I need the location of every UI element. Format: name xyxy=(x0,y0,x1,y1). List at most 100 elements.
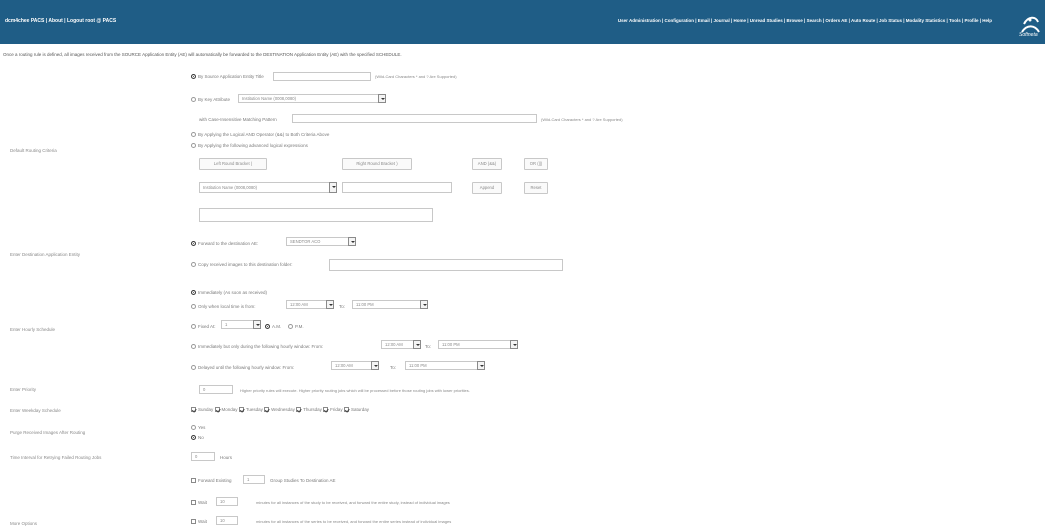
chevron-down-icon[interactable] xyxy=(326,300,334,309)
append-button[interactable]: Append xyxy=(472,182,502,194)
forward-existing-option[interactable]: Forward Existing xyxy=(191,478,232,484)
purge-no-option[interactable]: No xyxy=(191,435,204,441)
copy-folder-option[interactable]: Copy received images to this destination… xyxy=(191,262,293,268)
destination-folder-input[interactable] xyxy=(329,259,563,271)
day-tuesday[interactable]: Tuesday xyxy=(238,407,263,413)
chevron-down-icon[interactable] xyxy=(413,340,421,349)
left-bracket-button[interactable]: Left Round Bracket ( xyxy=(199,158,267,170)
retry-label: Time Interval for Retrying Failed Routin… xyxy=(10,455,102,460)
routing-criteria-label: Default Routing Criteria xyxy=(10,148,57,153)
retry-hours-input[interactable]: 0 xyxy=(191,452,215,461)
brand-links[interactable]: dcm4chee PACS | About | Logout root @ PA… xyxy=(5,18,116,24)
only-when-from-select[interactable]: 12:00 AM xyxy=(286,300,334,309)
priority-label: Enter Priority xyxy=(10,387,37,392)
only-when-to-select[interactable]: 11:00 PM xyxy=(352,300,428,309)
checkbox-icon[interactable] xyxy=(214,407,220,413)
or-button[interactable]: OR (||) xyxy=(524,158,548,170)
wait-study-input[interactable]: 10 xyxy=(216,497,238,506)
am-option[interactable]: A.M. xyxy=(265,324,281,330)
destination-label: Enter Destination Application Entity xyxy=(10,252,81,257)
fixed-at-radio[interactable] xyxy=(191,324,196,330)
checkbox-icon[interactable] xyxy=(296,407,302,413)
checkbox-icon[interactable] xyxy=(238,407,244,413)
checkbox-icon[interactable] xyxy=(323,407,329,413)
chevron-down-icon[interactable] xyxy=(371,361,379,370)
wait-series-hint: minutes for all instances of the series … xyxy=(256,519,452,524)
checkbox-icon[interactable] xyxy=(343,407,349,413)
priority-hint: Higher priority rules will execute. High… xyxy=(240,388,470,393)
source-ae-input[interactable] xyxy=(273,72,371,81)
top-navigation-bar: dcm4chee PACS | About | Logout root @ PA… xyxy=(0,0,1045,44)
delayed-radio[interactable] xyxy=(191,365,196,371)
checkbox-icon[interactable] xyxy=(191,407,196,413)
forward-radio[interactable] xyxy=(191,241,196,247)
delayed-from-select[interactable]: 12:00 AM xyxy=(331,361,379,370)
day-sunday[interactable]: Sunday xyxy=(191,407,213,413)
fixed-hour-select[interactable]: 1 xyxy=(221,320,261,329)
more-options-label: More Options xyxy=(10,521,38,526)
chevron-down-icon[interactable] xyxy=(348,237,356,246)
wait-study-option[interactable]: Wait xyxy=(191,500,207,506)
fixed-at-option[interactable]: Fixed At: xyxy=(191,324,216,330)
only-when-to-label: To: xyxy=(339,304,346,309)
right-bracket-button[interactable]: Right Round Bracket ) xyxy=(342,158,412,170)
expression-attribute-select[interactable]: Institution Name (0008,0080) xyxy=(199,182,337,193)
purge-yes-radio[interactable] xyxy=(191,425,196,431)
pm-option[interactable]: P.M. xyxy=(288,324,304,330)
key-attribute-select[interactable]: Institution Name (0008,0080) xyxy=(238,94,386,103)
chevron-down-icon[interactable] xyxy=(329,182,337,193)
expression-option[interactable]: By Applying the following advanced logic… xyxy=(191,143,308,149)
only-when-radio[interactable] xyxy=(191,304,196,310)
chevron-down-icon[interactable] xyxy=(510,340,518,349)
immediately-radio[interactable] xyxy=(191,290,196,296)
window-radio[interactable] xyxy=(191,344,196,350)
window-from-select[interactable]: 12:00 AM xyxy=(381,340,421,349)
copy-folder-radio[interactable] xyxy=(191,262,196,268)
expression-output-field[interactable] xyxy=(199,208,433,222)
by-key-option[interactable]: By Key Attribute xyxy=(191,97,230,103)
chevron-down-icon[interactable] xyxy=(477,361,485,370)
and-criteria-option[interactable]: By Applying the Logical AND Operator (&&… xyxy=(191,132,329,138)
by-source-radio[interactable] xyxy=(191,74,196,80)
checkbox-icon[interactable] xyxy=(191,519,196,525)
forward-existing-input[interactable]: 1 xyxy=(243,475,265,484)
and-criteria-radio[interactable] xyxy=(191,132,196,138)
pm-radio[interactable] xyxy=(288,324,293,330)
pattern-input[interactable] xyxy=(292,114,537,123)
checkbox-icon[interactable] xyxy=(191,478,196,484)
and-button[interactable]: AND (&&) xyxy=(472,158,502,170)
by-key-radio[interactable] xyxy=(191,97,196,103)
forward-existing-hint: Group Studies To Destination AE xyxy=(270,478,336,483)
pattern-label: with Case-Insensitive Matching Pattern xyxy=(199,117,277,122)
checkbox-icon[interactable] xyxy=(191,500,196,506)
only-when-option[interactable]: Only when local time is from: xyxy=(191,304,256,310)
day-friday[interactable]: Friday xyxy=(323,407,343,413)
wait-series-input[interactable]: 10 xyxy=(216,516,238,525)
priority-input[interactable]: 0 xyxy=(199,385,233,394)
day-thursday[interactable]: Thursday xyxy=(296,407,322,413)
day-saturday[interactable]: Saturday xyxy=(343,407,369,413)
destination-ae-select[interactable]: SENDTOR ACO xyxy=(286,237,356,246)
checkbox-icon[interactable] xyxy=(264,407,270,413)
chevron-down-icon[interactable] xyxy=(253,320,261,329)
window-option[interactable]: Immediately but only during the followin… xyxy=(191,344,323,350)
by-source-option[interactable]: By Source Application Entity Title xyxy=(191,74,264,80)
delayed-option[interactable]: Delayed until the following hourly windo… xyxy=(191,365,294,371)
chevron-down-icon[interactable] xyxy=(420,300,428,309)
expression-radio[interactable] xyxy=(191,143,196,149)
wait-series-option[interactable]: Wait xyxy=(191,519,207,525)
expression-value-input[interactable] xyxy=(342,182,452,193)
window-to-select[interactable]: 11:00 PM xyxy=(438,340,518,349)
main-menu[interactable]: User Administration | Configuration | Em… xyxy=(618,18,992,23)
source-ae-hint: (Wild-Card Characters * and ? Are Suppor… xyxy=(375,74,457,79)
day-wednesday[interactable]: Wednesday xyxy=(264,407,295,413)
reset-button[interactable]: Reset xyxy=(524,182,548,194)
delayed-to-select[interactable]: 11:00 PM xyxy=(405,361,485,370)
immediately-option[interactable]: Immediately (As soon as received) xyxy=(191,290,267,296)
day-monday[interactable]: Monday xyxy=(214,407,238,413)
purge-no-radio[interactable] xyxy=(191,435,196,441)
forward-option[interactable]: Forward to the destination AE: xyxy=(191,241,258,247)
purge-yes-option[interactable]: Yes xyxy=(191,425,205,431)
am-radio[interactable] xyxy=(265,324,270,330)
chevron-down-icon[interactable] xyxy=(378,94,386,103)
